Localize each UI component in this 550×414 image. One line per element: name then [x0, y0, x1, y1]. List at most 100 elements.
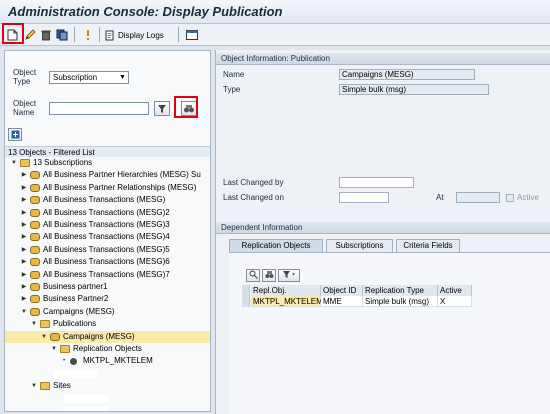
tree-node[interactable]: ▼ Sites — [5, 380, 210, 392]
expand-down-icon[interactable]: ▼ — [20, 306, 28, 318]
at-label: At — [436, 193, 444, 202]
expand-down-icon[interactable]: ▼ — [30, 318, 38, 330]
expand-right-icon[interactable]: ▶ — [20, 194, 28, 206]
tree-node[interactable]: ▼ 13 Subscriptions — [5, 157, 210, 169]
display-logs-button[interactable]: Display Logs — [105, 28, 164, 42]
chevron-down-icon: ▼ — [119, 74, 126, 81]
subscription-object-icon — [30, 270, 40, 279]
info-icon[interactable] — [80, 27, 95, 42]
object-type-label: Object Type — [13, 68, 37, 86]
tree-node[interactable]: • MKTPL_MKTELEM — [5, 355, 210, 367]
highlight-box-new — [2, 23, 24, 44]
tree-node[interactable]: ▼ Replication Objects — [5, 343, 210, 355]
tree-node[interactable]: ▶ All Business Transactions (MESG)4 — [5, 231, 210, 243]
replication-object-icon — [70, 358, 77, 366]
select-all-cell[interactable] — [242, 285, 250, 296]
tree-node[interactable]: ▶ All Business Transactions (MESG)6 — [5, 256, 210, 268]
tree-node[interactable] — [5, 368, 210, 380]
expand-right-icon[interactable]: ▶ — [20, 231, 28, 243]
subscription-object-icon — [30, 283, 40, 291]
toolbar-separator — [178, 27, 179, 42]
filter-icon — [158, 104, 166, 113]
subscription-object-icon — [30, 233, 40, 242]
subscription-object-icon — [30, 295, 40, 304]
tab-replication-objects[interactable]: Replication Objects — [229, 239, 323, 252]
expand-down-icon[interactable]: ▼ — [30, 380, 38, 392]
copy-icon[interactable] — [54, 27, 69, 42]
expand-right-icon[interactable]: ▶ — [20, 207, 28, 219]
tree-node-label: Sites — [53, 381, 71, 391]
layout-icon[interactable] — [184, 27, 199, 42]
tree-node[interactable]: ▼ Publications — [5, 318, 210, 330]
expand-right-icon[interactable]: ▶ — [20, 293, 28, 305]
object-name-input[interactable] — [49, 102, 149, 115]
tree-node[interactable]: ▶ Business partner1 — [5, 281, 210, 293]
expand-right-icon[interactable]: ▶ — [20, 281, 28, 293]
tree-node-label: Replication Objects — [73, 344, 142, 353]
tree-node[interactable]: ▶ All Business Transactions (MESG) — [5, 194, 210, 206]
subscription-object-icon — [30, 196, 40, 205]
magnifier-icon — [249, 270, 258, 279]
table-cell: Simple bulk (msg) — [363, 296, 438, 307]
name-label: Name — [223, 70, 245, 79]
details-button[interactable] — [246, 269, 260, 282]
tab-criteria-fields[interactable]: Criteria Fields — [396, 239, 460, 252]
tree-node-label: Publications — [53, 319, 97, 329]
column-header[interactable]: Replication Type — [363, 285, 438, 296]
expand-down-icon[interactable]: ▼ — [10, 157, 18, 169]
last-changed-by-label: Last Changed by — [223, 178, 284, 187]
tree-node[interactable]: ▶ Business Partner2 — [5, 293, 210, 305]
expand-right-icon[interactable]: ▶ — [20, 244, 28, 256]
object-info-header: Object Information: Publication — [216, 53, 550, 65]
subscription-object-icon — [30, 245, 40, 254]
binoculars-icon — [265, 271, 273, 278]
column-header[interactable]: Repl.Obj. — [251, 285, 321, 296]
tree-node[interactable]: ▶ All Business Transactions (MESG)5 — [5, 244, 210, 256]
tree-node[interactable]: ▼ Campaigns (MESG) — [5, 306, 210, 318]
active-label: Active — [517, 193, 539, 202]
expand-down-icon[interactable]: ▼ — [50, 343, 58, 355]
subscription-object-icon — [30, 221, 40, 229]
page-title: Administration Console: Display Publicat… — [8, 4, 283, 19]
tree-node-label: Business Partner2 — [43, 294, 109, 304]
pencil-edit-icon[interactable] — [22, 27, 37, 42]
tree-node[interactable]: ▶ All Business Partner Hierarchies (MESG)… — [5, 169, 210, 181]
table-cell[interactable]: MKTPL_MKTELEM — [251, 296, 323, 307]
folder-icon — [40, 320, 50, 329]
display-logs-label: Display Logs — [118, 30, 164, 40]
table-cell: MME — [321, 296, 363, 307]
row-selector[interactable] — [242, 296, 250, 307]
tree-node[interactable] — [5, 405, 210, 411]
column-header[interactable]: Object ID — [321, 285, 363, 296]
tab-subscriptions[interactable]: Subscriptions — [326, 239, 393, 252]
object-type-select[interactable]: Subscription ▼ — [49, 71, 129, 84]
title-bar: Administration Console: Display Publicat… — [0, 0, 550, 24]
expand-right-icon[interactable]: ▶ — [20, 169, 28, 181]
tree-node[interactable]: ▶ All Business Transactions (MESG)3 — [5, 219, 210, 231]
tree-node[interactable]: ▶ All Business Partner Relationships (MES… — [5, 182, 210, 194]
expand-down-icon[interactable]: ▼ — [40, 331, 48, 343]
tab-content: Repl.Obj. Object ID Replication Type Act… — [229, 252, 550, 414]
last-changed-on-label: Last Changed on — [223, 193, 284, 202]
tree-node[interactable]: ▼ Campaigns (MESG) — [5, 330, 210, 343]
filter-button[interactable] — [154, 101, 170, 116]
tree-node[interactable]: ▶ All Business Transactions (MESG)2 — [5, 207, 210, 219]
subscription-object-icon — [30, 258, 40, 267]
masked-node — [53, 369, 98, 378]
subscription-object-icon — [30, 307, 40, 316]
tree-node-label: All Business Transactions (MESG)3 — [43, 220, 170, 229]
tree-node[interactable]: ▶ All Business Transactions (MESG)7 — [5, 269, 210, 281]
expand-all-button[interactable] — [8, 128, 22, 141]
column-header[interactable]: Active — [438, 285, 472, 296]
trash-delete-icon[interactable] — [38, 27, 53, 42]
expand-right-icon[interactable]: ▶ — [20, 182, 28, 194]
tree-header: 13 Objects - Filtered List — [5, 146, 210, 157]
dependent-info-header: Dependent Information — [216, 222, 550, 234]
tree-node-label: Business partner1 — [43, 282, 108, 291]
expand-right-icon[interactable]: ▶ — [20, 269, 28, 281]
tree-node[interactable] — [5, 393, 210, 405]
find-button[interactable] — [262, 269, 276, 282]
expand-right-icon[interactable]: ▶ — [20, 256, 28, 268]
expand-right-icon[interactable]: ▶ — [20, 219, 28, 231]
filter-dropdown-button[interactable] — [278, 269, 300, 282]
